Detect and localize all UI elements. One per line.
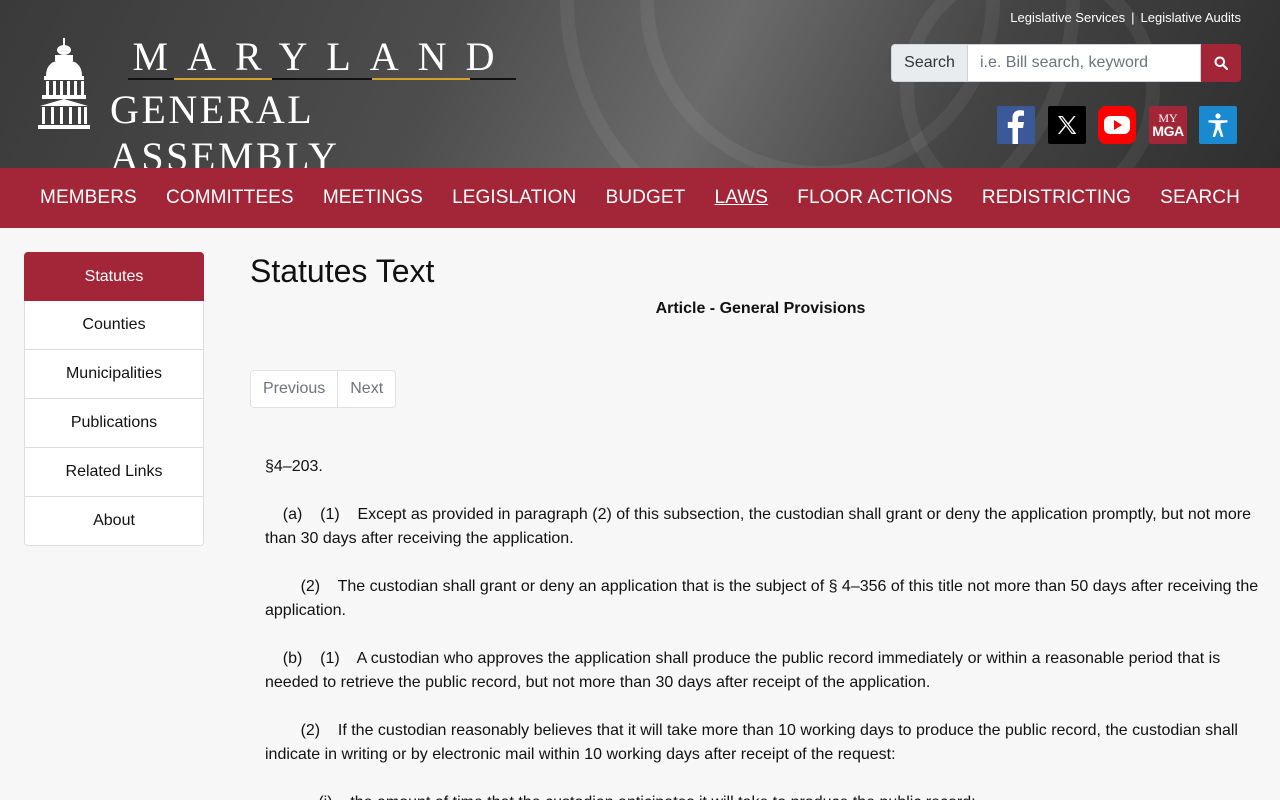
previous-button[interactable]: Previous: [250, 370, 339, 408]
legislative-services-link[interactable]: Legislative Services: [1010, 10, 1125, 25]
next-button[interactable]: Next: [338, 370, 397, 408]
section-number: §4–203.: [265, 458, 323, 475]
article-title: Article - General Provisions: [655, 300, 866, 317]
nav-search[interactable]: SEARCH: [1146, 187, 1255, 209]
logo-rule-middle: [272, 78, 372, 80]
mymga-icon[interactable]: MY MGA: [1149, 106, 1187, 144]
logo-rule-right: [470, 78, 516, 80]
logo-text-maryland: MARYLAND: [132, 34, 514, 79]
nav-committees[interactable]: COMMITTEES: [151, 187, 308, 209]
laws-sidebar: Statutes Counties Municipalities Publica…: [24, 252, 204, 546]
nav-budget[interactable]: BUDGET: [591, 187, 700, 209]
sidebar-item-publications[interactable]: Publications: [24, 399, 204, 448]
facebook-icon[interactable]: [997, 106, 1035, 144]
statute-paragraph: (2) The custodian shall grant or deny an…: [265, 578, 1263, 619]
nav-redistricting[interactable]: REDISTRICTING: [967, 187, 1145, 209]
site-search: Search: [891, 44, 1241, 82]
statute-paragraph: (a) (1) Except as provided in paragraph …: [265, 506, 1256, 547]
search-input[interactable]: [968, 44, 1201, 82]
utility-links: Legislative Services | Legislative Audits: [1010, 10, 1241, 25]
sidebar-item-municipalities[interactable]: Municipalities: [24, 350, 204, 399]
logo-rule-left: [128, 78, 174, 80]
site-header: Legislative Services | Legislative Audits: [0, 0, 1280, 168]
logo-text-general-assembly: GENERAL ASSEMBLY: [110, 87, 340, 168]
legislative-audits-link[interactable]: Legislative Audits: [1141, 10, 1241, 25]
search-label: Search: [891, 44, 968, 82]
search-icon: [1214, 56, 1228, 70]
statute-text: §4–203. (a) (1) Except as provided in pa…: [265, 455, 1265, 800]
youtube-icon[interactable]: [1098, 106, 1136, 144]
main-nav: MEMBERS COMMITTEES MEETINGS LEGISLATION …: [0, 168, 1280, 228]
statute-paragraph: (b) (1) A custodian who approves the app…: [265, 650, 1225, 691]
statute-pager: Previous Next: [250, 370, 397, 408]
nav-meetings[interactable]: MEETINGS: [308, 187, 437, 209]
statute-paragraph: (2) If the custodian reasonably believes…: [265, 722, 1243, 763]
statute-paragraph: (i) the amount of time that the custodia…: [265, 791, 1265, 800]
logo-rule-gold-2: [372, 78, 470, 80]
capitol-dome-icon: [38, 38, 90, 129]
link-separator: |: [1131, 10, 1135, 25]
logo-rule-gold-1: [174, 78, 272, 80]
page-title: Statutes Text: [250, 253, 435, 289]
nav-floor-actions[interactable]: FLOOR ACTIONS: [783, 187, 968, 209]
sidebar-item-counties[interactable]: Counties: [24, 301, 204, 350]
sidebar-item-about[interactable]: About: [24, 497, 204, 546]
sidebar-item-statutes[interactable]: Statutes: [24, 252, 204, 301]
search-button[interactable]: [1201, 44, 1241, 82]
nav-laws[interactable]: LAWS: [700, 187, 783, 209]
nav-members[interactable]: MEMBERS: [25, 187, 151, 209]
nav-legislation[interactable]: LEGISLATION: [437, 187, 590, 209]
accessibility-icon[interactable]: [1199, 106, 1237, 144]
sidebar-item-related-links[interactable]: Related Links: [24, 448, 204, 497]
x-icon[interactable]: [1048, 106, 1086, 144]
